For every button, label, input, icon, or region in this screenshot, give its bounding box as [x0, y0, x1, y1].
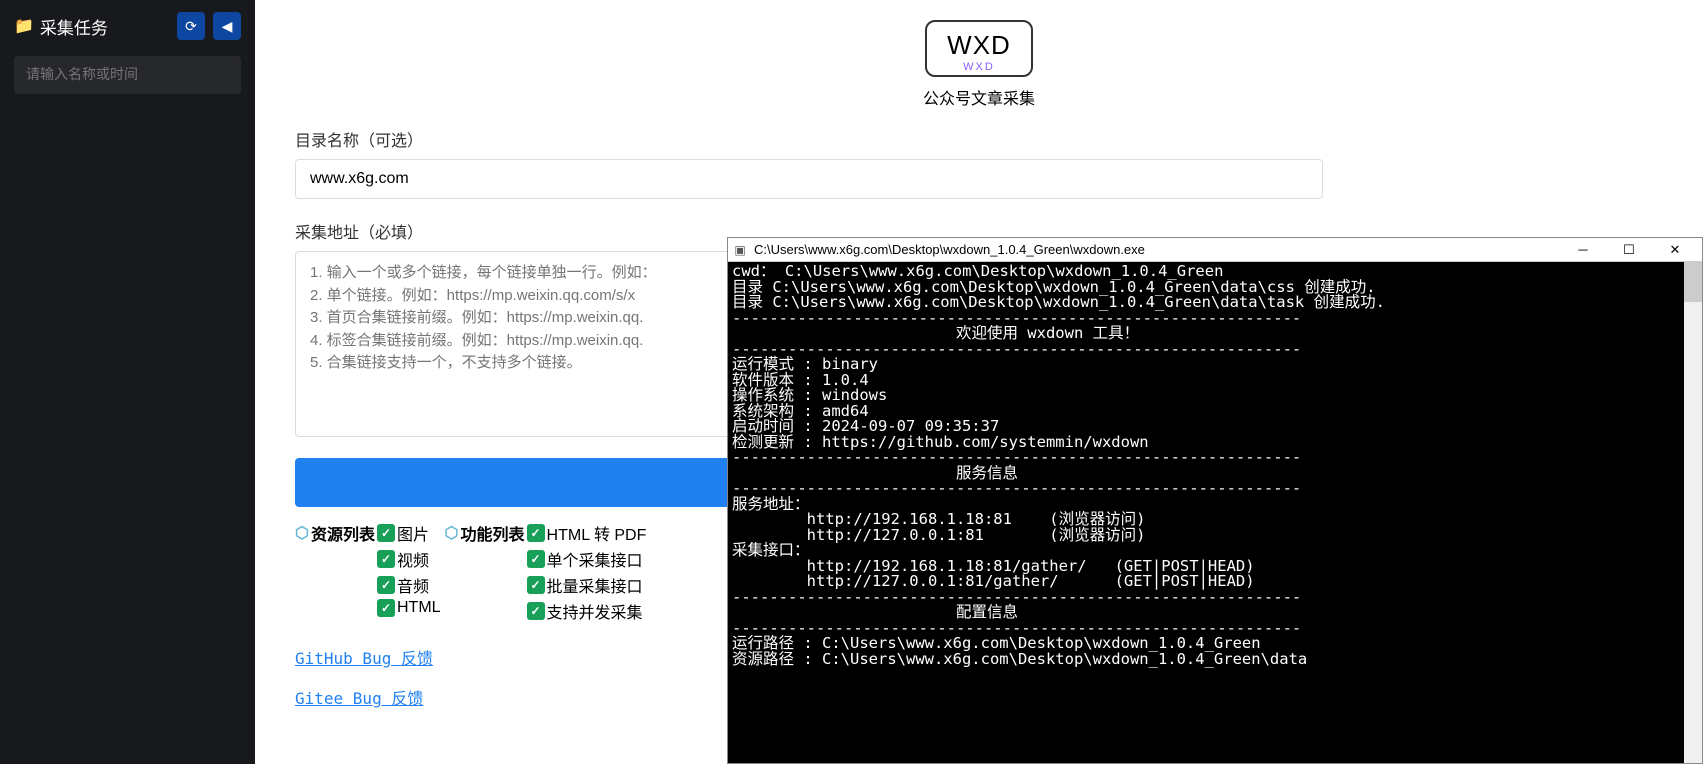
list-item-label: 批量采集接口: [547, 573, 643, 597]
console-window: ▣ C:\Users\www.x6g.com\Desktop\wxdown_1.…: [727, 237, 1703, 764]
search-box: [14, 56, 241, 94]
refresh-icon: ⟳: [185, 18, 197, 35]
window-controls: ─ ☐ ✕: [1560, 238, 1698, 262]
hex-icon: ⬡: [445, 523, 459, 543]
list-item-label: HTML: [397, 599, 441, 617]
list-item-label: 支持并发采集: [547, 599, 643, 623]
check-icon: ✓: [527, 550, 545, 568]
resource-list-title-text: 资源列表: [311, 521, 375, 545]
back-icon: ◀: [222, 18, 233, 35]
resource-list-items: ✓图片✓视频✓音频✓HTML: [377, 521, 441, 617]
list-item: ✓HTML: [377, 599, 441, 617]
list-item: ✓音频: [377, 573, 441, 597]
console-scrollbar[interactable]: [1684, 262, 1702, 763]
list-item: ✓单个采集接口: [527, 547, 647, 571]
minimize-button[interactable]: ─: [1560, 238, 1606, 262]
list-item: ✓HTML 转 PDF: [527, 521, 647, 545]
logo-text-big: WXD: [947, 30, 1011, 61]
list-item: ✓支持并发采集: [527, 599, 647, 623]
list-item-label: 图片: [397, 521, 429, 545]
sidebar: 📁 采集任务 ⟳ ◀: [0, 0, 255, 764]
list-item: ✓视频: [377, 547, 441, 571]
check-icon: ✓: [377, 550, 395, 568]
console-title: C:\Users\www.x6g.com\Desktop\wxdown_1.0.…: [754, 242, 1560, 257]
feature-list-title-text: 功能列表: [461, 521, 525, 545]
check-icon: ✓: [377, 524, 395, 542]
search-input[interactable]: [26, 66, 229, 82]
console-titlebar[interactable]: ▣ C:\Users\www.x6g.com\Desktop\wxdown_1.…: [728, 238, 1702, 262]
check-icon: ✓: [527, 576, 545, 594]
feature-list-title: ⬡ 功能列表: [445, 521, 525, 545]
console-body[interactable]: cwd： C:\Users\www.x6g.com\Desktop\wxdown…: [728, 262, 1702, 763]
console-scrollbar-thumb[interactable]: [1684, 262, 1702, 302]
folder-icon: 📁: [14, 16, 34, 36]
list-item: ✓批量采集接口: [527, 573, 647, 597]
sidebar-title-text: 采集任务: [40, 14, 108, 39]
app-subtitle: 公众号文章采集: [295, 85, 1663, 109]
feature-list-items: ✓HTML 转 PDF✓单个采集接口✓批量采集接口✓支持并发采集: [527, 521, 647, 623]
check-icon: ✓: [527, 602, 545, 620]
list-item-label: 音频: [397, 573, 429, 597]
check-icon: ✓: [527, 524, 545, 542]
console-app-icon: ▣: [732, 242, 748, 258]
refresh-button[interactable]: ⟳: [177, 12, 205, 40]
list-item-label: HTML 转 PDF: [547, 521, 647, 545]
check-icon: ✓: [377, 599, 395, 617]
list-item-label: 视频: [397, 547, 429, 571]
feature-list-block: ⬡ 功能列表 ✓HTML 转 PDF✓单个采集接口✓批量采集接口✓支持并发采集: [445, 521, 647, 623]
list-item: ✓图片: [377, 521, 441, 545]
dir-label: 目录名称（可选）: [295, 127, 1663, 151]
maximize-button[interactable]: ☐: [1606, 238, 1652, 262]
resource-list-block: ⬡ 资源列表 ✓图片✓视频✓音频✓HTML: [295, 521, 441, 623]
sidebar-title: 📁 采集任务: [14, 14, 169, 39]
logo-box: WXD WXD: [925, 20, 1033, 77]
check-icon: ✓: [377, 576, 395, 594]
list-item-label: 单个采集接口: [547, 547, 643, 571]
logo-text-small: WXD: [947, 61, 1011, 73]
logo-area: WXD WXD: [295, 20, 1663, 77]
sidebar-header: 📁 采集任务 ⟳ ◀: [0, 0, 255, 50]
hex-icon: ⬡: [295, 523, 309, 543]
close-button[interactable]: ✕: [1652, 238, 1698, 262]
resource-list-title: ⬡ 资源列表: [295, 521, 375, 545]
back-button[interactable]: ◀: [213, 12, 241, 40]
dir-input[interactable]: [295, 159, 1323, 199]
